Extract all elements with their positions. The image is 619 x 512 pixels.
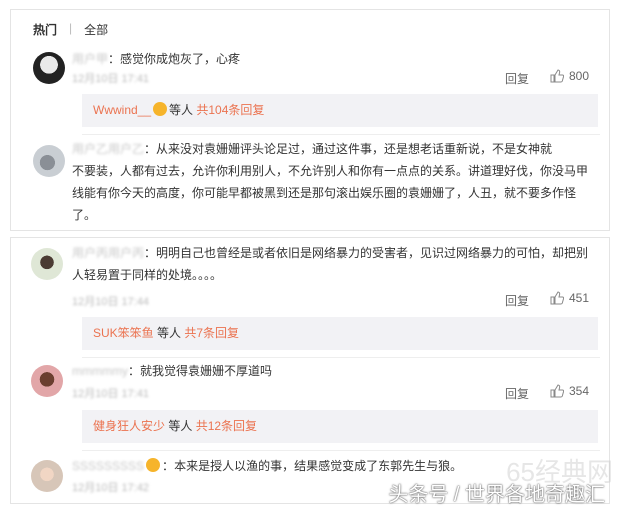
thumbs-up-icon (550, 69, 564, 83)
like-button[interactable]: 451 (550, 291, 589, 305)
comment-line: SSSSSSSSS ：本来是授人以渔的事，结果感觉变成了东郭先生与狼。 (72, 458, 463, 473)
avatar[interactable] (31, 460, 63, 492)
comment-body: 用户乙用户乙：从来没对袁姗姗评头论足过，通过这件事，还是想老话重新说，不是女神就… (72, 142, 589, 222)
divider (82, 134, 600, 135)
like-count: 800 (569, 69, 590, 83)
sub-reply-count[interactable]: 共12条回复 (196, 419, 257, 433)
comment-time: 12月10日 17:42 (72, 482, 150, 494)
username[interactable]: 用户丙用户丙 (72, 246, 144, 260)
username[interactable]: SSSSSSSSS (72, 459, 144, 473)
comment-text: 感觉你成炮灰了，心疼 (120, 52, 241, 66)
comment-time: 12月10日 17:41 (72, 388, 150, 400)
like-count: 354 (569, 384, 590, 398)
sub-reply-user[interactable]: 健身狂人安少 (93, 419, 165, 433)
emoji-icon (146, 458, 161, 472)
thumbs-up-icon (550, 291, 564, 305)
avatar[interactable] (33, 52, 65, 84)
sub-replies-bar[interactable]: SUK笨笨鱼 等人 共7条回复 (82, 317, 598, 350)
comment-tabs: 热门 | 全部 (33, 21, 108, 38)
divider (82, 357, 600, 358)
username[interactable]: 用户甲 (72, 52, 108, 66)
like-button[interactable]: 800 (550, 69, 589, 83)
comment-text: 本来是授人以渔的事，结果感觉变成了东郭先生与狼。 (174, 459, 463, 473)
avatar[interactable] (31, 365, 63, 397)
comment-body: 用户丙用户丙：明明自己也曾经是或者依旧是网络暴力的受害者，见识过网络暴力的可怕，… (72, 246, 589, 282)
sub-reply-user[interactable]: Wwwind__ (93, 103, 151, 117)
sub-replies-bar[interactable]: Wwwind__ 等人 共104条回复 (82, 94, 598, 127)
sub-reply-count[interactable]: 共104条回复 (196, 103, 264, 117)
sub-reply-user[interactable]: SUK笨笨鱼 (93, 326, 154, 340)
comment-text: 就我觉得袁姗姗不厚道吗 (140, 364, 273, 378)
hot-comments-panel: 热门 | 全部 用户甲：感觉你成炮灰了，心疼 12月10日 17:41 回复 8… (10, 9, 610, 231)
avatar[interactable] (33, 145, 65, 177)
tab-hot[interactable]: 热门 (33, 21, 57, 38)
avatar[interactable] (31, 248, 63, 280)
tab-separator: | (69, 21, 73, 35)
thumbs-up-icon (550, 384, 564, 398)
sub-reply-count[interactable]: 共7条回复 (184, 326, 239, 340)
tab-all[interactable]: 全部 (84, 21, 108, 38)
username[interactable]: 用户乙用户乙 (72, 142, 144, 156)
comment-line: mmmmmy：就我觉得袁姗姗不厚道吗 (72, 364, 273, 378)
comment-time: 12月10日 17:41 (72, 73, 150, 85)
reply-button[interactable]: 回复 (505, 70, 529, 87)
comment-line: 用户甲：感觉你成炮灰了，心疼 (72, 52, 241, 66)
username[interactable]: mmmmmy (72, 364, 128, 378)
watermark-toutiao: 头条号 / 世界各地奇趣汇 (388, 484, 605, 506)
emoji-icon (153, 102, 168, 116)
reply-button[interactable]: 回复 (505, 292, 529, 309)
like-count: 451 (569, 291, 590, 305)
sub-replies-bar[interactable]: 健身狂人安少 等人 共12条回复 (82, 410, 598, 443)
divider (82, 450, 600, 451)
like-button[interactable]: 354 (550, 384, 589, 398)
reply-button[interactable]: 回复 (505, 385, 529, 402)
comment-time: 12月10日 17:44 (72, 296, 150, 308)
